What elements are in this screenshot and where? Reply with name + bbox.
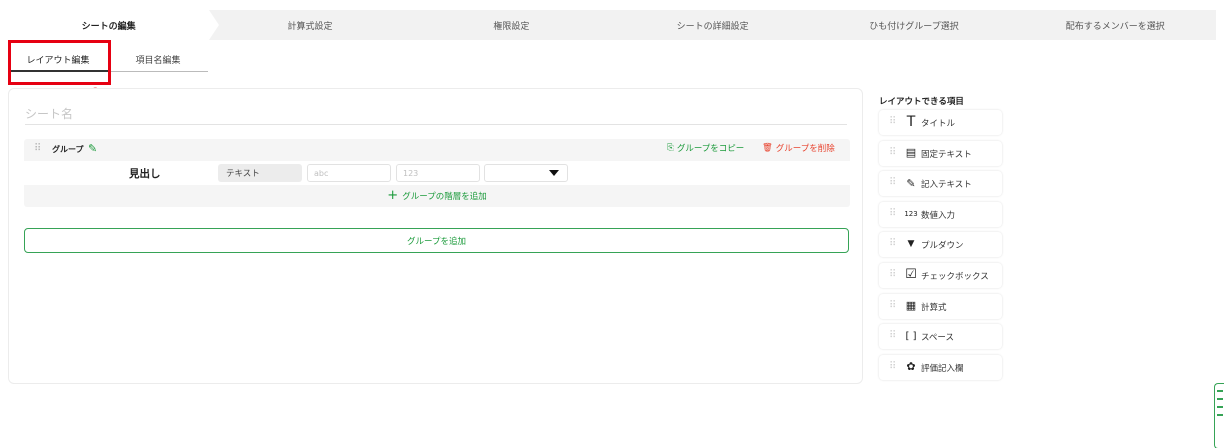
drag-handle-icon[interactable]: ⠿ bbox=[889, 116, 896, 127]
dropdown-preview-select[interactable] bbox=[484, 164, 568, 182]
group-label: グループ bbox=[52, 145, 84, 154]
plus-icon: + bbox=[387, 188, 399, 203]
item-heading[interactable]: 見出し bbox=[129, 166, 161, 181]
space-icon: [ ] bbox=[905, 330, 917, 342]
drag-handle-icon[interactable]: ⠿ bbox=[34, 143, 41, 154]
text-preview-input[interactable]: abc bbox=[307, 164, 391, 182]
palette-item-label: 計算式 bbox=[921, 302, 947, 313]
palette-item-label: 数値入力 bbox=[921, 210, 956, 221]
palette-item-checkbox[interactable]: ⠿ ☑ チェックボックス bbox=[879, 262, 1002, 288]
checkbox-icon: ☑ bbox=[905, 267, 917, 283]
trash-icon: 🗑 bbox=[762, 143, 773, 153]
add-group-level-button[interactable]: + グループの階層を追加 bbox=[24, 186, 850, 206]
title-icon: T bbox=[906, 114, 916, 130]
fixed-text-icon: ▤ bbox=[905, 146, 917, 160]
group-block: ⠿ グループ ✎ ⎘ グループをコピー 🗑 グループを削除 見出し テキスト a… bbox=[24, 139, 850, 207]
item-type-field[interactable]: テキスト bbox=[218, 164, 302, 182]
drag-handle-icon[interactable]: ⠿ bbox=[889, 330, 896, 341]
palette-item-label: 記入テキスト bbox=[921, 180, 972, 191]
pencil-icon[interactable]: ✎ bbox=[88, 142, 97, 155]
palette-item-title[interactable]: ⠿ T タイトル bbox=[879, 110, 1002, 135]
layout-editor-panel: シート名 ⠿ グループ ✎ ⎘ グループをコピー 🗑 グループを削除 見出し テ… bbox=[8, 88, 863, 384]
drag-handle-icon[interactable]: ⠿ bbox=[889, 177, 896, 188]
palette-item-calculator[interactable]: ⠿ ▦ 計算式 bbox=[879, 293, 1002, 319]
palette-item-label: 固定テキスト bbox=[921, 149, 972, 160]
copy-group-button[interactable]: ⎘ グループをコピー bbox=[667, 142, 744, 154]
add-group-button[interactable]: グループを追加 bbox=[24, 228, 849, 253]
tab-line-icon bbox=[1217, 406, 1223, 408]
side-feedback-tab[interactable] bbox=[1214, 383, 1224, 448]
evaluation-icon: ✿ bbox=[906, 360, 916, 374]
add-group-level-label: グループの階層を追加 bbox=[402, 192, 487, 202]
copy-group-label: グループをコピー bbox=[676, 144, 745, 154]
palette-item-label: プルダウン bbox=[921, 241, 964, 252]
number-icon: 123 bbox=[904, 209, 918, 218]
calculator-icon: ▦ bbox=[905, 299, 917, 313]
step-navigation: シートの編集 計算式設定 権限設定 シートの詳細設定 ひも付けグループ選択 配布… bbox=[8, 10, 1216, 40]
drag-handle-icon[interactable]: ⠿ bbox=[889, 208, 896, 219]
drag-handle-icon[interactable]: ⠿ bbox=[889, 238, 896, 249]
annotation-highlight-box bbox=[8, 40, 111, 85]
caret-down-icon bbox=[549, 170, 559, 176]
palette-item-fixed-text[interactable]: ⠿ ▤ 固定テキスト bbox=[879, 140, 1002, 166]
step-linked-group-select[interactable]: ひも付けグループ選択 bbox=[813, 10, 1014, 40]
palette-item-label: タイトル bbox=[921, 119, 956, 129]
tab-item-name-edit[interactable]: 項目名編集 bbox=[108, 48, 208, 72]
copy-icon: ⎘ bbox=[667, 143, 674, 153]
drag-handle-icon[interactable]: ⠿ bbox=[889, 361, 896, 372]
number-preview-input[interactable]: 123 bbox=[396, 164, 480, 182]
add-group-label: グループを追加 bbox=[407, 236, 466, 247]
step-sheet-details[interactable]: シートの詳細設定 bbox=[612, 10, 813, 40]
sheet-name-input[interactable]: シート名 bbox=[25, 105, 847, 125]
drag-handle-icon[interactable]: ⠿ bbox=[889, 147, 896, 158]
palette-item-number[interactable]: ⠿ 123 数値入力 bbox=[879, 201, 1002, 227]
delete-group-label: グループを削除 bbox=[775, 144, 835, 154]
palette-item-dropdown[interactable]: ⠿ ▼ プルダウン bbox=[879, 232, 1002, 258]
layout-item-palette: ⠿ T タイトル ⠿ ▤ 固定テキスト ⠿ ✎ 記入テキスト ⠿ 123 数値入… bbox=[879, 110, 1002, 385]
step-permission-settings[interactable]: 権限設定 bbox=[411, 10, 612, 40]
drag-handle-icon[interactable]: ⠿ bbox=[889, 269, 896, 280]
palette-title: レイアウトできる項目 bbox=[879, 97, 964, 107]
dropdown-icon: ▼ bbox=[907, 239, 915, 250]
palette-item-label: スペース bbox=[921, 333, 954, 344]
palette-item-space[interactable]: ⠿ [ ] スペース bbox=[879, 324, 1002, 350]
step-member-select[interactable]: 配布するメンバーを選択 bbox=[1015, 10, 1216, 40]
group-item-row: 見出し テキスト abc 123 bbox=[24, 161, 850, 185]
step-sheet-edit[interactable]: シートの編集 bbox=[8, 10, 220, 40]
group-header: ⠿ グループ ✎ ⎘ グループをコピー 🗑 グループを削除 bbox=[24, 139, 850, 159]
delete-group-button[interactable]: 🗑 グループを削除 bbox=[762, 142, 835, 154]
palette-item-label: 評価記入欄 bbox=[921, 363, 964, 374]
palette-item-evaluation[interactable]: ⠿ ✿ 評価記入欄 bbox=[879, 354, 1002, 380]
input-text-icon: ✎ bbox=[906, 176, 916, 190]
tab-line-icon bbox=[1217, 398, 1223, 400]
tab-line-icon bbox=[1217, 414, 1223, 416]
tab-line-icon bbox=[1217, 390, 1223, 392]
step-formula-settings[interactable]: 計算式設定 bbox=[209, 10, 410, 40]
palette-item-label: チェックボックス bbox=[921, 271, 989, 282]
drag-handle-icon[interactable]: ⠿ bbox=[889, 300, 896, 311]
palette-item-input-text[interactable]: ⠿ ✎ 記入テキスト bbox=[879, 171, 1002, 197]
